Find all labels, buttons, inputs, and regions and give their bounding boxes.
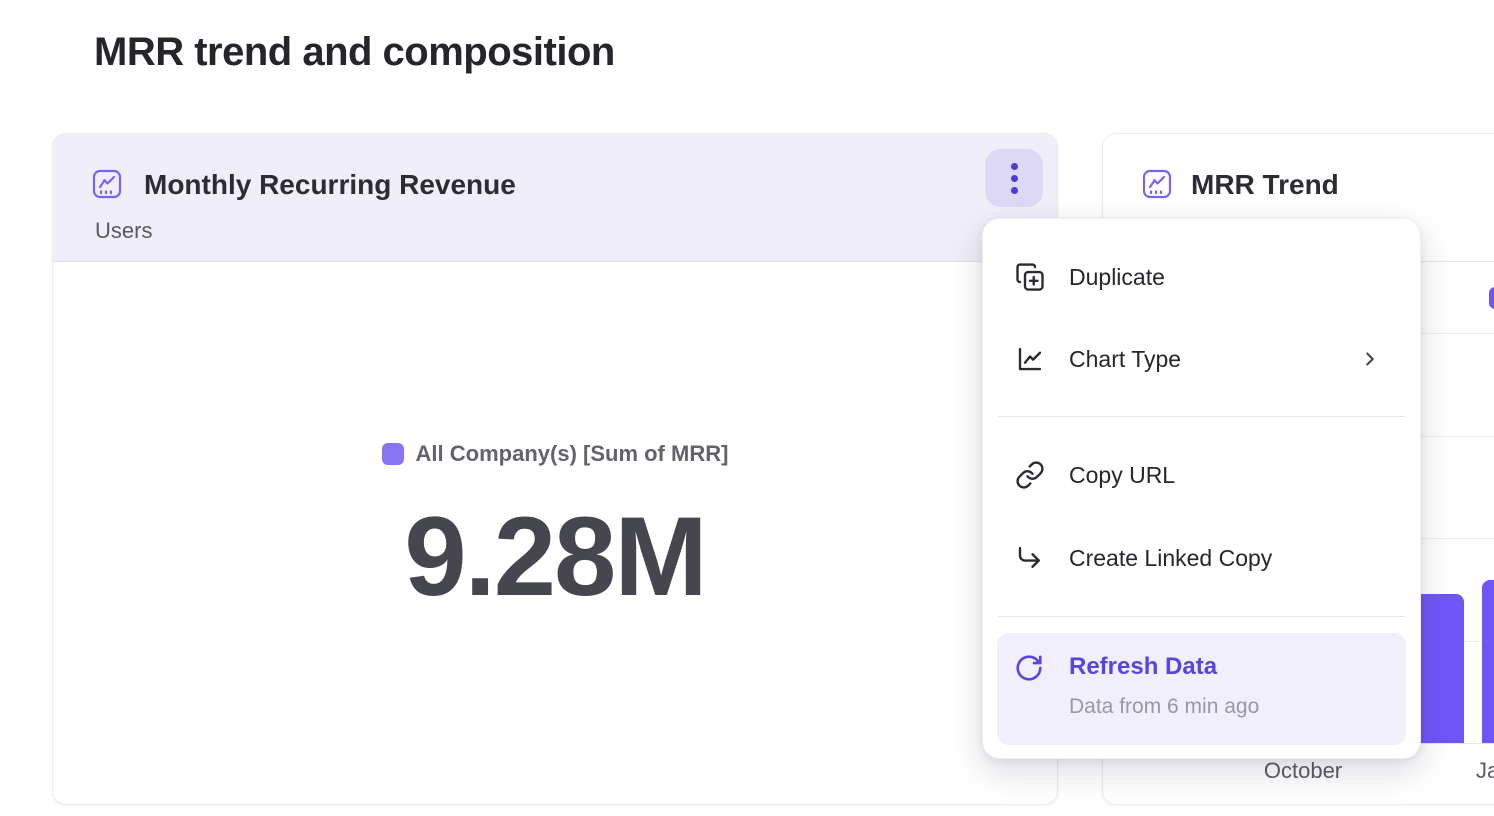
mrr-composition-card-header: Monthly Recurring Revenue Users bbox=[53, 134, 1057, 262]
chart-widget-icon bbox=[1141, 168, 1173, 200]
link-icon bbox=[1014, 459, 1046, 491]
chart-widget-icon bbox=[91, 168, 123, 200]
page-title: MRR trend and composition bbox=[94, 30, 615, 75]
card-options-menu: Duplicate Chart Type bbox=[982, 218, 1421, 759]
x-tick-label: October bbox=[1264, 758, 1342, 784]
corner-down-right-icon bbox=[1014, 542, 1046, 574]
menu-item-copy-url[interactable]: Copy URL bbox=[983, 457, 1420, 493]
menu-item-label: Refresh Data bbox=[1069, 653, 1217, 681]
kebab-icon bbox=[1011, 163, 1018, 170]
menu-item-label: Create Linked Copy bbox=[1069, 545, 1272, 572]
x-tick-label: Ja bbox=[1476, 758, 1494, 784]
menu-item-create-linked-copy[interactable]: Create Linked Copy bbox=[983, 540, 1420, 576]
menu-item-duplicate[interactable]: Duplicate bbox=[983, 259, 1420, 295]
card-title: Monthly Recurring Revenue bbox=[144, 169, 516, 201]
menu-item-label: Copy URL bbox=[1069, 462, 1175, 489]
menu-item-chart-type[interactable]: Chart Type bbox=[983, 341, 1420, 377]
card-subtitle: Users bbox=[95, 218, 152, 244]
refresh-icon bbox=[1014, 653, 1046, 685]
legend-label: All Company(s) [Sum of MRR] bbox=[416, 441, 729, 467]
legend-swatch-icon[interactable] bbox=[1489, 287, 1494, 309]
legend-item[interactable]: All Company(s) [Sum of MRR] bbox=[53, 441, 1057, 467]
bar[interactable] bbox=[1482, 580, 1494, 743]
legend-swatch-icon bbox=[382, 443, 404, 465]
menu-item-label: Chart Type bbox=[1069, 346, 1181, 373]
kpi-body: All Company(s) [Sum of MRR] 9.28M bbox=[53, 263, 1057, 804]
dashboard-page: MRR trend and composition Monthly Recurr… bbox=[0, 0, 1494, 816]
chart-line-icon bbox=[1014, 343, 1046, 375]
chevron-right-icon bbox=[1359, 348, 1381, 370]
duplicate-icon bbox=[1014, 261, 1046, 293]
menu-item-refresh-data[interactable]: Refresh Data Data from 6 min ago bbox=[997, 633, 1406, 745]
menu-item-label: Duplicate bbox=[1069, 264, 1165, 291]
refresh-status-text: Data from 6 min ago bbox=[1069, 695, 1259, 719]
kpi-value: 9.28M bbox=[53, 501, 1057, 613]
menu-divider bbox=[998, 416, 1405, 417]
menu-divider bbox=[998, 616, 1405, 617]
mrr-composition-card: Monthly Recurring Revenue Users All Comp… bbox=[52, 133, 1058, 805]
card-title: MRR Trend bbox=[1191, 169, 1339, 201]
card-options-button[interactable] bbox=[985, 149, 1043, 207]
